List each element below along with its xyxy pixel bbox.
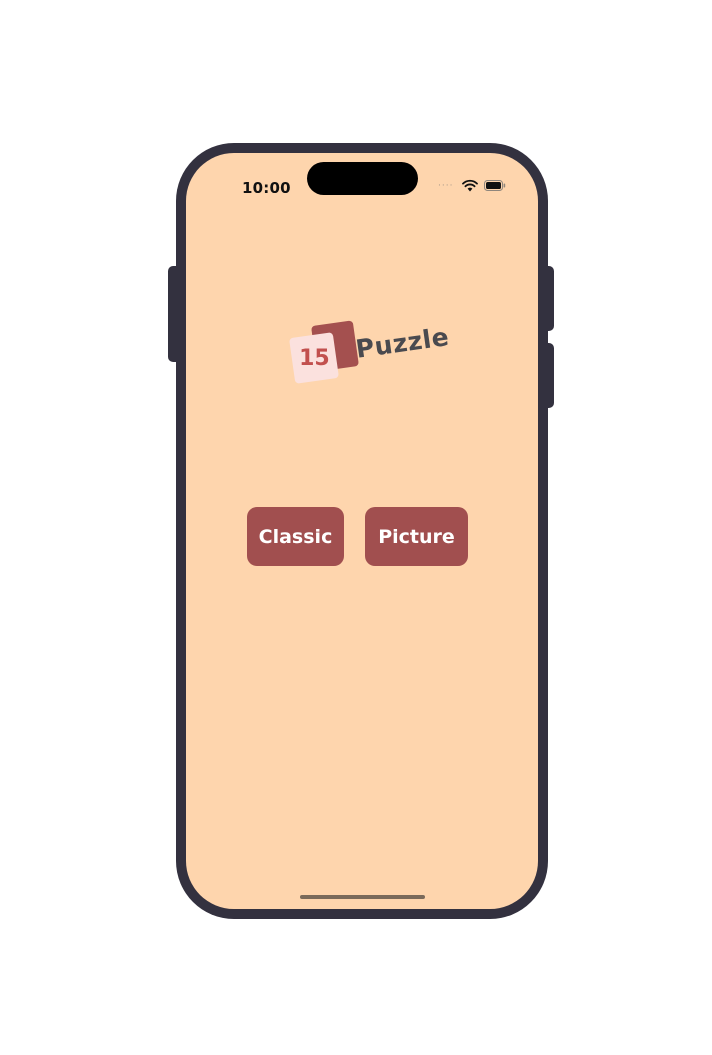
home-indicator[interactable]	[300, 895, 425, 899]
signal-dots: ····	[438, 181, 454, 191]
logo-front-tile: 15	[289, 332, 339, 384]
app-logo: 15 Puzzle	[286, 315, 456, 395]
picture-button[interactable]: Picture	[365, 507, 468, 566]
dynamic-island	[307, 162, 418, 195]
logo-word: Puzzle	[353, 322, 451, 364]
classic-button[interactable]: Classic	[247, 507, 344, 566]
battery-icon	[484, 180, 506, 191]
status-time: 10:00	[242, 179, 291, 197]
wifi-icon	[462, 179, 478, 192]
app-screen: 10:00 ···· 15 Puzzle Classic Picture	[186, 153, 538, 909]
phone-frame: 10:00 ···· 15 Puzzle Classic Picture	[176, 143, 548, 919]
logo-number: 15	[298, 345, 330, 371]
